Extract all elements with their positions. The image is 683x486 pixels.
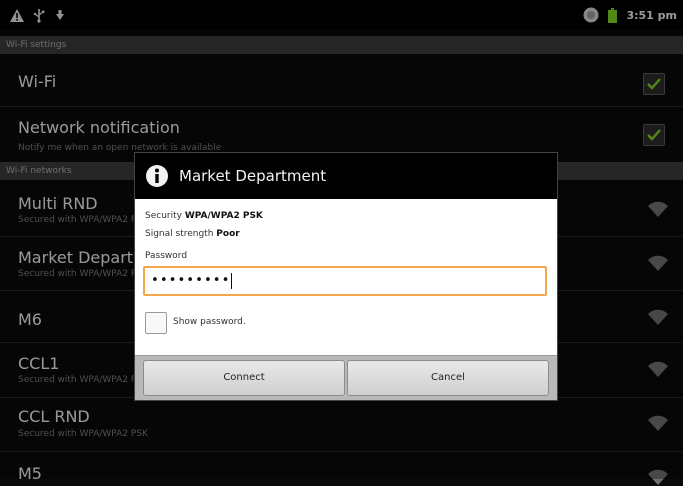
security-line: Security WPA/WPA2 PSK — [145, 211, 263, 221]
show-password-label[interactable]: Show password. — [173, 317, 246, 327]
dialog-button-bar: Connect Cancel — [135, 355, 557, 400]
wifi-connect-dialog: Market Department Security WPA/WPA2 PSK … — [135, 153, 557, 400]
dialog-body: Security WPA/WPA2 PSK Signal strength Po… — [135, 199, 557, 355]
signal-label: Signal strength — [145, 229, 214, 239]
show-password-checkbox[interactable] — [145, 312, 167, 334]
info-icon — [146, 165, 168, 187]
cancel-button[interactable]: Cancel — [347, 360, 549, 396]
dialog-title: Market Department — [179, 167, 327, 185]
dialog-title-bar: Market Department — [135, 153, 557, 199]
signal-value: Poor — [216, 229, 240, 239]
security-value: WPA/WPA2 PSK — [184, 211, 263, 221]
text-caret — [231, 272, 233, 289]
password-field[interactable]: ••••••••• — [143, 266, 547, 296]
signal-line: Signal strength Poor — [145, 229, 240, 239]
password-label: Password — [145, 251, 188, 261]
security-label: Security — [145, 211, 182, 221]
connect-button[interactable]: Connect — [143, 360, 345, 396]
password-value: ••••••••• — [151, 273, 231, 288]
